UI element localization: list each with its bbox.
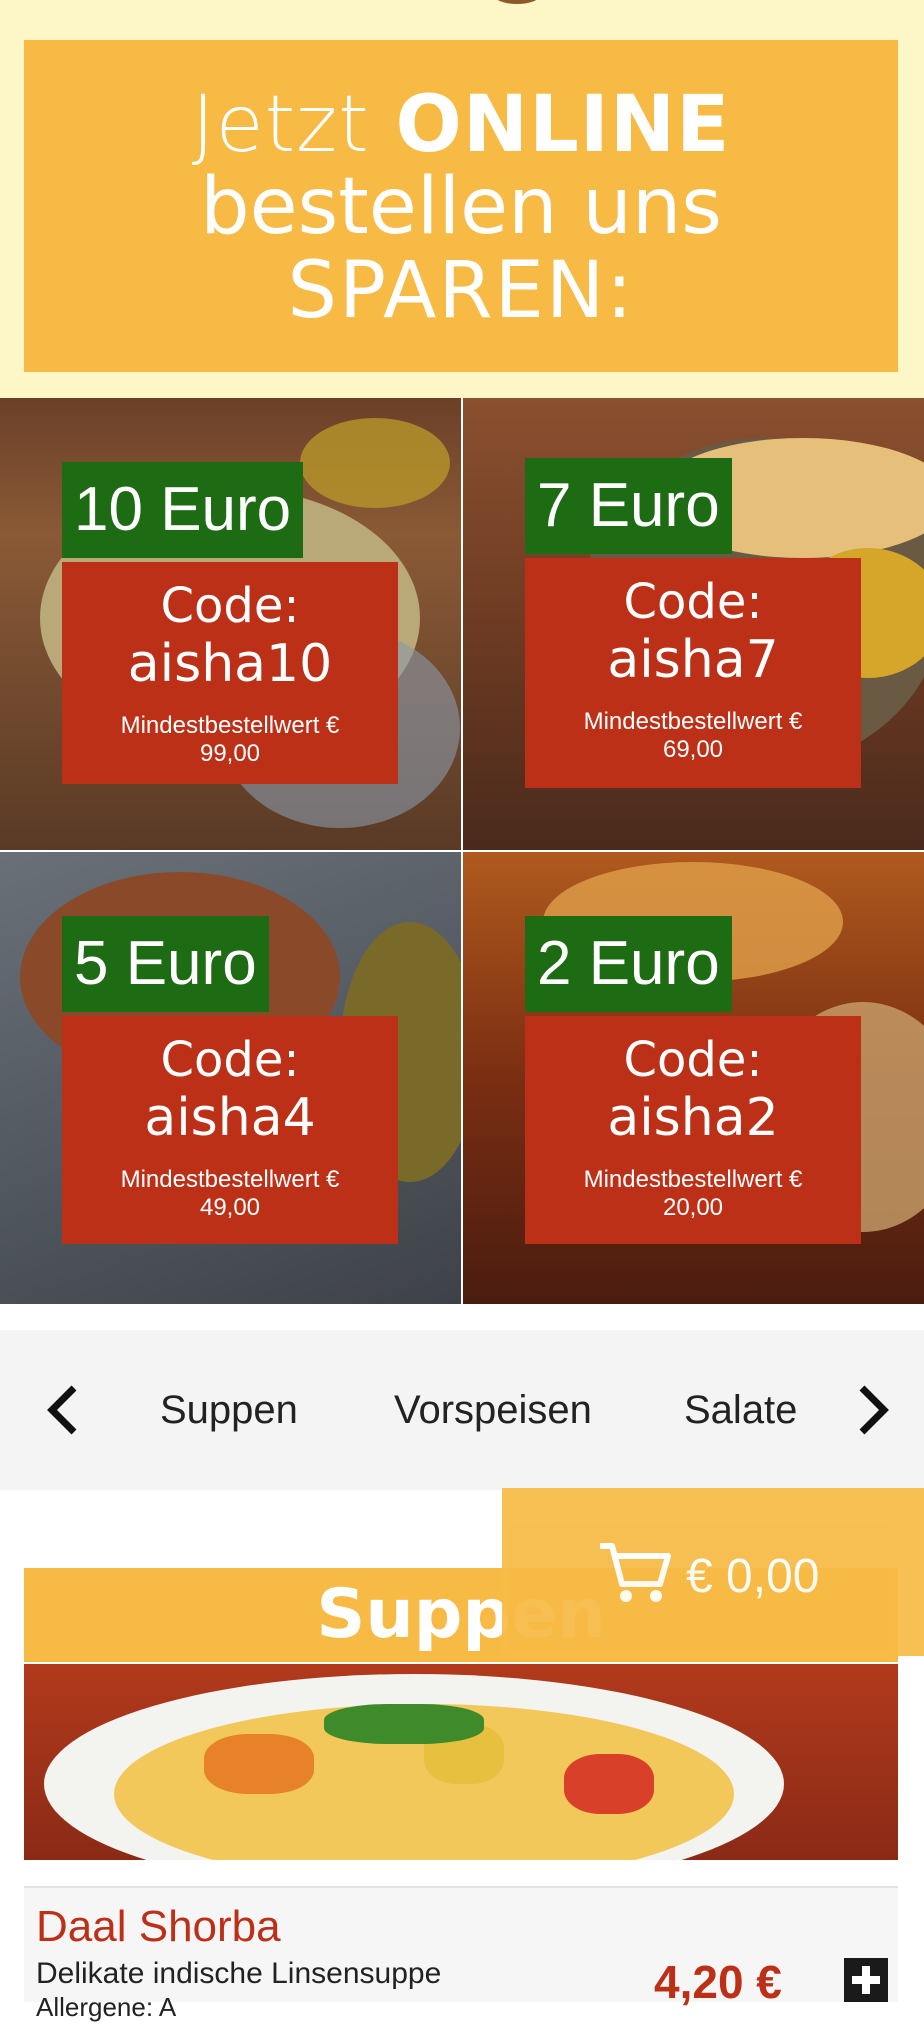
minimum-order-label: Mindestbestellwert €	[120, 1166, 340, 1193]
menu-item-allergens: Allergene: A	[36, 1992, 177, 2022]
minimum-order-label: Mindestbestellwert €	[583, 708, 803, 735]
coupon-code-box: Code: aisha10 Mindestbestellwert € 99,00	[62, 562, 398, 784]
logo-fragment	[494, 0, 540, 4]
code-value: aisha2	[607, 1088, 779, 1148]
coupon-tile[interactable]: 2 Euro Code: aisha2 Mindestbestellwert €…	[463, 852, 924, 1304]
cart-total: € 0,00	[686, 1550, 820, 1603]
minimum-order-value: 99,00	[199, 740, 261, 767]
minimum-order-label: Mindestbestellwert €	[120, 712, 340, 739]
code-value: aisha7	[607, 630, 779, 690]
promo-banner: Jetzt ONLINE bestellen uns SPAREN:	[24, 40, 898, 372]
chevron-left-icon	[47, 1385, 77, 1435]
coupon-tile[interactable]: 5 Euro Code: aisha4 Mindestbestellwert €…	[0, 852, 461, 1304]
coupon-grid: 10 Euro Code: aisha10 Mindestbestellwert…	[0, 398, 924, 1304]
category-nav: Suppen Vorspeisen Salate	[0, 1330, 924, 1490]
category-suppen[interactable]: Suppen	[160, 1386, 298, 1434]
code-value: aisha4	[144, 1088, 316, 1148]
menu-item-price: 4,20 €	[654, 1956, 782, 2008]
coupon-amount: 7 Euro	[525, 458, 732, 554]
coupon-code-box: Code: aisha2 Mindestbestellwert € 20,00	[525, 1016, 861, 1244]
minimum-order-value: 49,00	[199, 1194, 261, 1221]
minimum-order-label: Mindestbestellwert €	[583, 1166, 803, 1193]
plus-icon	[852, 1966, 880, 1994]
coupon-amount: 2 Euro	[525, 916, 732, 1012]
coupon-tile[interactable]: 10 Euro Code: aisha10 Mindestbestellwert…	[0, 398, 461, 850]
minimum-order-value: 69,00	[662, 736, 724, 763]
promo-line-1: Jetzt ONLINE	[191, 80, 731, 170]
nav-prev-button[interactable]	[32, 1378, 96, 1442]
coupon-amount: 10 Euro	[62, 462, 304, 558]
menu-item-description: Delikate indische Linsensuppe	[36, 1957, 442, 1990]
nav-next-button[interactable]	[840, 1378, 904, 1442]
cart-button[interactable]: € 0,00	[502, 1488, 924, 1656]
add-to-cart-button[interactable]	[844, 1958, 888, 2002]
cart-icon	[600, 1543, 671, 1602]
code-label: Code:	[160, 578, 300, 634]
code-label: Code:	[623, 1032, 763, 1088]
category-salate[interactable]: Salate	[684, 1386, 797, 1434]
menu-item-row[interactable]: Daal Shorba Delikate indische Linsensupp…	[24, 1886, 898, 2022]
coupon-code-box: Code: aisha7 Mindestbestellwert € 69,00	[525, 558, 861, 788]
category-vorspeisen[interactable]: Vorspeisen	[394, 1386, 592, 1434]
coupon-amount: 5 Euro	[62, 916, 269, 1012]
code-label: Code:	[160, 1032, 300, 1088]
coupon-code-box: Code: aisha4 Mindestbestellwert € 49,00	[62, 1016, 398, 1244]
code-label: Code:	[623, 574, 763, 630]
code-value: aisha10	[127, 634, 333, 694]
section-photo	[24, 1664, 898, 1860]
promo-line-3: SPAREN:	[287, 246, 635, 336]
promo-line-2: bestellen uns	[200, 162, 722, 252]
chevron-right-icon	[859, 1385, 889, 1435]
menu-item-name: Daal Shorba	[36, 1902, 281, 1951]
minimum-order-value: 20,00	[662, 1194, 724, 1221]
coupon-tile[interactable]: 7 Euro Code: aisha7 Mindestbestellwert €…	[463, 398, 924, 850]
